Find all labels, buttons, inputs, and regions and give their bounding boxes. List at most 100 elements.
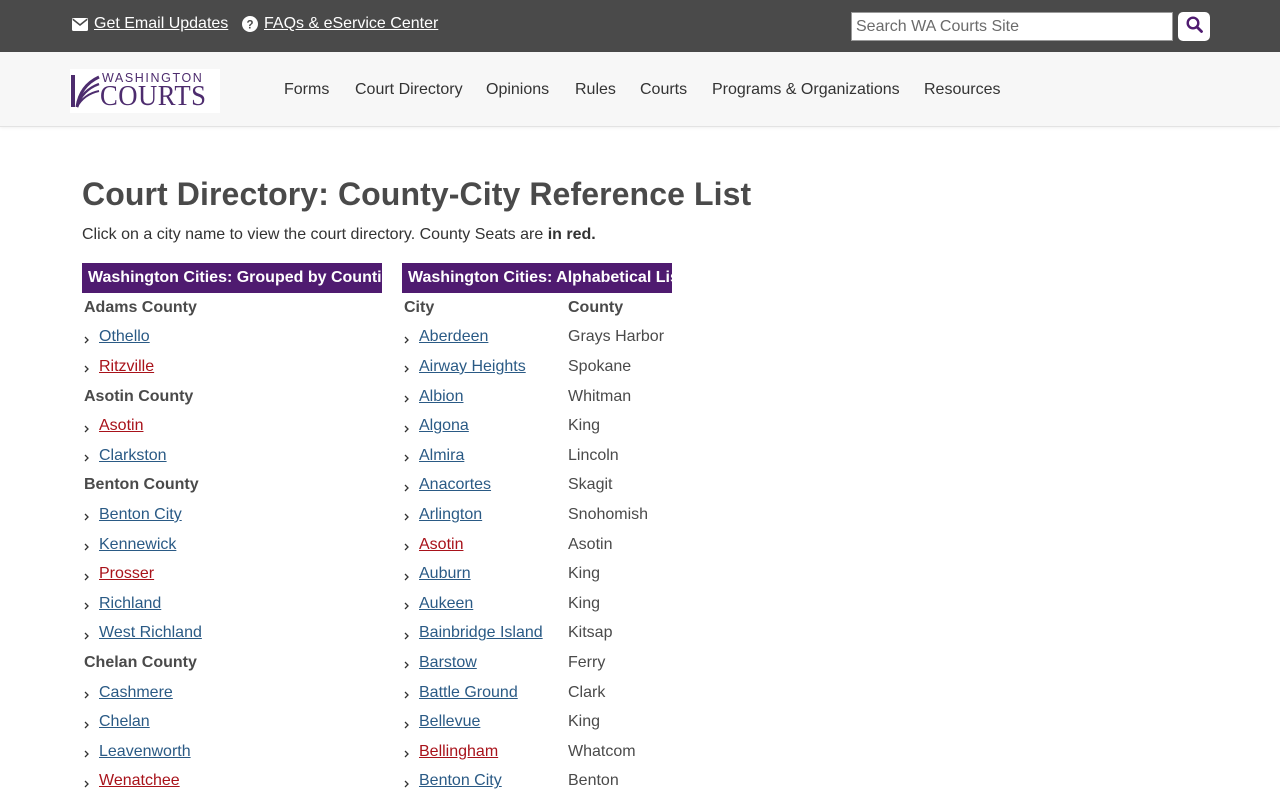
county-cell: King — [568, 713, 601, 731]
grouped-by-counties-list: Adams County Othello Ritzville Asotin Count… — [84, 293, 384, 796]
column-header-county: County — [568, 298, 624, 316]
city-link[interactable]: Kennewick — [99, 536, 176, 554]
city-link[interactable]: Bellingham — [419, 743, 498, 761]
chevron-right-icon — [84, 420, 99, 433]
email-updates-label: Get Email Updates — [94, 15, 229, 32]
table-row: Asotin Asotin — [404, 530, 704, 560]
alphabetical-list: City County Aberdeen Grays Harbor Airway H… — [404, 293, 704, 796]
search-input[interactable] — [851, 12, 1173, 41]
county-cell: Asotin — [568, 535, 613, 553]
county-cell: Snohomish — [568, 505, 649, 523]
city-link[interactable]: Arlington — [419, 506, 482, 524]
faq-eservice-label: FAQs & eService Center — [264, 15, 439, 32]
chevron-right-icon — [404, 686, 419, 699]
table-row: Anacortes Skagit — [404, 471, 704, 501]
search-button[interactable] — [1178, 12, 1210, 41]
table-row: Arlington Snohomish — [404, 500, 704, 530]
nav-court-directory[interactable]: Court Directory — [355, 81, 463, 99]
chevron-right-icon — [84, 686, 99, 699]
city-link[interactable]: Chelan — [99, 713, 150, 731]
nav-courts[interactable]: Courts — [640, 81, 687, 99]
chevron-right-icon — [84, 745, 99, 758]
list-item: Benton City — [84, 500, 384, 530]
nav-forms[interactable]: Forms — [284, 81, 329, 99]
list-item: West Richland — [84, 619, 384, 649]
table-row: Benton City Benton — [404, 767, 704, 797]
city-link[interactable]: Wenatchee — [99, 772, 180, 790]
city-link[interactable]: Leavenworth — [99, 743, 191, 761]
table-row: Aberdeen Grays Harbor — [404, 323, 704, 353]
city-link[interactable]: Aberdeen — [419, 328, 488, 346]
city-link[interactable]: Richland — [99, 595, 161, 613]
city-link[interactable]: Clarkston — [99, 447, 167, 465]
table-row: Albion Whitman — [404, 382, 704, 412]
chevron-right-icon — [84, 508, 99, 521]
question-circle-icon: ? — [242, 16, 258, 32]
city-link[interactable]: Auburn — [419, 565, 471, 583]
chevron-right-icon — [404, 568, 419, 581]
city-link[interactable]: Bellevue — [419, 713, 480, 731]
city-link[interactable]: Ritzville — [99, 358, 154, 376]
city-link[interactable]: Battle Ground — [419, 684, 518, 702]
table-row: Algona King — [404, 411, 704, 441]
city-link[interactable]: Benton City — [99, 506, 182, 524]
chevron-right-icon — [404, 627, 419, 640]
city-link[interactable]: Asotin — [419, 536, 463, 554]
city-link[interactable]: Othello — [99, 328, 150, 346]
city-link[interactable]: Almira — [419, 447, 464, 465]
chevron-right-icon — [84, 538, 99, 551]
chevron-right-icon — [404, 360, 419, 373]
county-heading: Adams County — [84, 298, 197, 316]
svg-text:?: ? — [246, 19, 253, 31]
chevron-right-icon — [84, 716, 99, 729]
city-link[interactable]: Algona — [419, 417, 469, 435]
city-link[interactable]: Prosser — [99, 565, 154, 583]
city-link[interactable]: West Richland — [99, 624, 202, 642]
county-cell: Ferry — [568, 653, 606, 671]
chevron-right-icon — [84, 597, 99, 610]
county-cell: Whitman — [568, 387, 632, 405]
city-link[interactable]: Albion — [419, 388, 463, 406]
county-cell: Whatcom — [568, 742, 636, 760]
city-link[interactable]: Aukeen — [419, 595, 473, 613]
city-link[interactable]: Anacortes — [419, 476, 491, 494]
list-item: Wenatchee — [84, 767, 384, 797]
city-link[interactable]: Benton City — [419, 772, 502, 790]
city-link[interactable]: Bainbridge Island — [419, 624, 543, 642]
chevron-right-icon — [404, 479, 419, 492]
faq-eservice-link[interactable]: ? FAQs & eService Center — [242, 15, 438, 33]
nav-rules[interactable]: Rules — [575, 81, 616, 99]
column-header-city: City — [404, 298, 435, 316]
washington-courts-logo[interactable]: WASHINGTON COURTS — [70, 69, 220, 113]
page-title: Court Directory: County-City Reference L… — [82, 176, 752, 212]
city-link[interactable]: Cashmere — [99, 684, 173, 702]
intro-text-plain: Click on a city name to view the court d… — [82, 226, 548, 243]
city-link[interactable]: Airway Heights — [419, 358, 526, 376]
county-cell: Skagit — [568, 476, 613, 494]
table-row: Barstow Ferry — [404, 648, 704, 678]
chevron-right-icon — [404, 508, 419, 521]
city-link[interactable]: Asotin — [99, 417, 143, 435]
list-item: Ritzville — [84, 352, 384, 382]
chevron-right-icon — [404, 775, 419, 788]
email-updates-link[interactable]: Get Email Updates — [72, 15, 228, 33]
city-link[interactable]: Barstow — [419, 654, 477, 672]
table-row: Battle Ground Clark — [404, 678, 704, 708]
alphabetical-list-header-row: City County — [404, 293, 704, 323]
chevron-right-icon — [404, 420, 419, 433]
table-row: Aukeen King — [404, 589, 704, 619]
chevron-right-icon — [404, 656, 419, 669]
chevron-right-icon — [404, 597, 419, 610]
intro-text: Click on a city name to view the court d… — [82, 226, 596, 244]
logo-emblem-icon — [70, 73, 100, 114]
table-row: Bellevue King — [404, 707, 704, 737]
chevron-right-icon — [84, 775, 99, 788]
list-item: Richland — [84, 589, 384, 619]
nav-opinions[interactable]: Opinions — [486, 81, 549, 99]
chevron-right-icon — [404, 449, 419, 462]
county-cell: King — [568, 565, 601, 583]
intro-text-bold: in red. — [547, 226, 596, 243]
nav-resources[interactable]: Resources — [924, 81, 1000, 99]
chevron-right-icon — [84, 331, 99, 344]
nav-programs-organizations[interactable]: Programs & Organizations — [712, 81, 900, 99]
